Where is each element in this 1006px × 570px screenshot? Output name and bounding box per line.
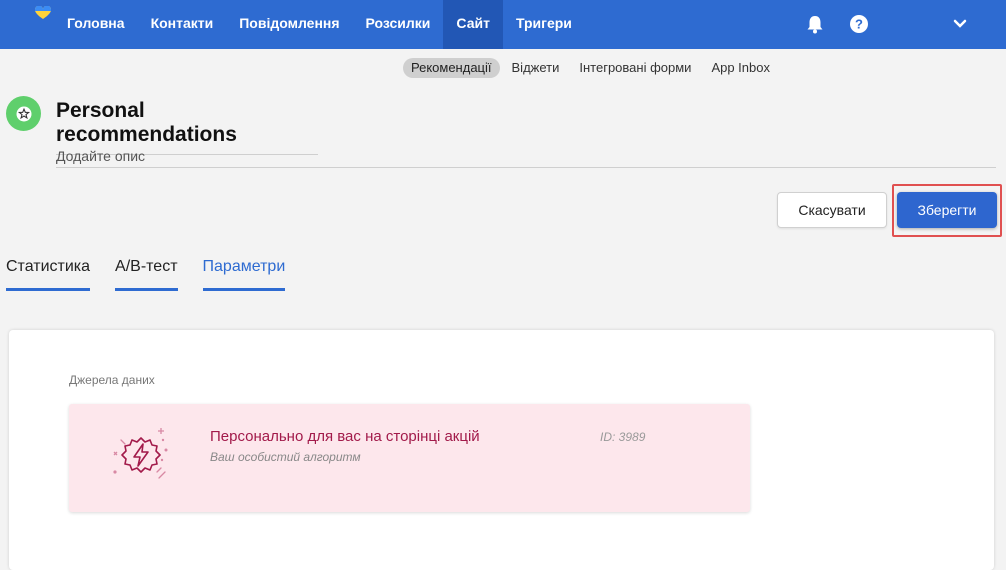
description-input[interactable] <box>56 145 996 168</box>
top-navigation: Головна Контакти Повідомлення Розсилки С… <box>0 0 1006 49</box>
subnav-widgets[interactable]: Віджети <box>504 58 568 78</box>
bell-icon[interactable] <box>804 13 826 35</box>
star-icon <box>16 106 31 121</box>
nav-item-triggers[interactable]: Тригери <box>503 0 585 49</box>
data-source-subtitle: Ваш особистий алгоритм <box>210 450 361 464</box>
data-source-id: ID: 3989 <box>600 430 646 444</box>
tab-statistics[interactable]: Статистика <box>6 258 91 291</box>
tab-parameters[interactable]: Параметри <box>202 258 286 291</box>
help-icon[interactable]: ? <box>848 13 870 35</box>
svg-text:?: ? <box>855 17 863 32</box>
tab-ab-test[interactable]: A/B-тест <box>115 258 178 291</box>
data-source-item[interactable]: Персонально для вас на сторінці акцій Ва… <box>69 404 750 512</box>
nav-item-campaigns[interactable]: Розсилки <box>353 0 444 49</box>
save-button[interactable]: Зберегти <box>897 192 997 228</box>
parameters-card: Джерела даних Персонально для вас на сто… <box>9 330 994 570</box>
subnav-integrated-forms[interactable]: Інтегровані форми <box>571 58 699 78</box>
heart-logo-icon[interactable] <box>34 6 52 20</box>
nav-item-home[interactable]: Головна <box>54 0 138 49</box>
lightning-badge-icon <box>113 428 168 479</box>
sub-navigation: Рекомендації Віджети Інтегровані форми A… <box>403 58 778 78</box>
nav-item-contacts[interactable]: Контакти <box>138 0 227 49</box>
subnav-app-inbox[interactable]: App Inbox <box>703 58 778 78</box>
recommendation-avatar <box>6 96 41 131</box>
nav-item-site[interactable]: Сайт <box>443 0 503 49</box>
subnav-recommendations[interactable]: Рекомендації <box>403 58 500 78</box>
data-sources-label: Джерела даних <box>69 373 155 387</box>
tab-bar: Статистика A/B-тест Параметри <box>6 258 310 291</box>
cancel-button[interactable]: Скасувати <box>777 192 887 228</box>
nav-item-messages[interactable]: Повідомлення <box>226 0 352 49</box>
main-menu: Головна Контакти Повідомлення Розсилки С… <box>54 0 585 49</box>
chevron-down-icon[interactable] <box>951 15 969 33</box>
data-source-title: Персонально для вас на сторінці акцій <box>210 428 480 445</box>
